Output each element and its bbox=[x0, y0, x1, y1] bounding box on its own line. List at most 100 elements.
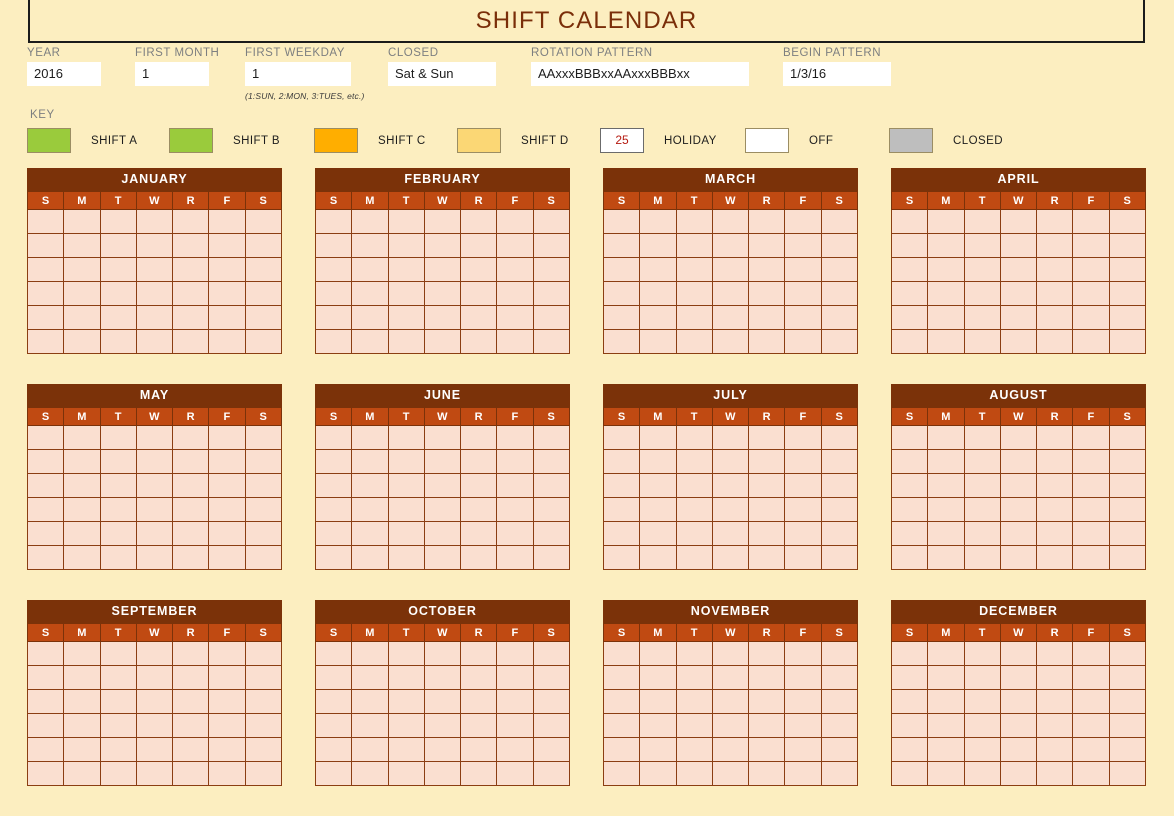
day-cell[interactable] bbox=[496, 713, 534, 738]
day-cell[interactable] bbox=[711, 641, 750, 666]
day-cell[interactable] bbox=[63, 689, 101, 714]
day-cell[interactable] bbox=[602, 473, 641, 498]
day-cell[interactable] bbox=[711, 761, 750, 786]
day-cell[interactable] bbox=[1036, 521, 1074, 546]
day-cell[interactable] bbox=[532, 497, 571, 522]
day-cell[interactable] bbox=[532, 641, 571, 666]
day-cell[interactable] bbox=[26, 497, 65, 522]
day-cell[interactable] bbox=[963, 257, 1001, 282]
day-cell[interactable] bbox=[602, 281, 641, 306]
first-weekday-input[interactable] bbox=[245, 62, 351, 86]
day-cell[interactable] bbox=[1072, 449, 1110, 474]
day-cell[interactable] bbox=[1072, 257, 1110, 282]
day-cell[interactable] bbox=[784, 449, 822, 474]
day-cell[interactable] bbox=[602, 209, 641, 234]
day-cell[interactable] bbox=[890, 209, 929, 234]
day-cell[interactable] bbox=[1036, 641, 1074, 666]
day-cell[interactable] bbox=[423, 761, 462, 786]
day-cell[interactable] bbox=[423, 641, 462, 666]
day-cell[interactable] bbox=[172, 473, 210, 498]
year-input[interactable] bbox=[27, 62, 101, 86]
day-cell[interactable] bbox=[784, 209, 822, 234]
day-cell[interactable] bbox=[496, 281, 534, 306]
day-cell[interactable] bbox=[460, 665, 498, 690]
day-cell[interactable] bbox=[63, 665, 101, 690]
day-cell[interactable] bbox=[675, 449, 713, 474]
day-cell[interactable] bbox=[999, 689, 1038, 714]
day-cell[interactable] bbox=[314, 665, 353, 690]
day-cell[interactable] bbox=[602, 761, 641, 786]
day-cell[interactable] bbox=[748, 281, 786, 306]
day-cell[interactable] bbox=[820, 449, 859, 474]
day-cell[interactable] bbox=[1108, 737, 1147, 762]
day-cell[interactable] bbox=[820, 329, 859, 354]
day-cell[interactable] bbox=[63, 305, 101, 330]
day-cell[interactable] bbox=[1108, 281, 1147, 306]
day-cell[interactable] bbox=[1036, 209, 1074, 234]
day-cell[interactable] bbox=[496, 737, 534, 762]
day-cell[interactable] bbox=[351, 329, 389, 354]
day-cell[interactable] bbox=[1036, 257, 1074, 282]
day-cell[interactable] bbox=[63, 737, 101, 762]
day-cell[interactable] bbox=[1036, 689, 1074, 714]
day-cell[interactable] bbox=[927, 425, 965, 450]
day-cell[interactable] bbox=[496, 257, 534, 282]
day-cell[interactable] bbox=[820, 713, 859, 738]
day-cell[interactable] bbox=[26, 233, 65, 258]
day-cell[interactable] bbox=[351, 521, 389, 546]
day-cell[interactable] bbox=[26, 521, 65, 546]
day-cell[interactable] bbox=[99, 545, 137, 570]
day-cell[interactable] bbox=[963, 665, 1001, 690]
day-cell[interactable] bbox=[675, 473, 713, 498]
day-cell[interactable] bbox=[890, 737, 929, 762]
day-cell[interactable] bbox=[748, 305, 786, 330]
day-cell[interactable] bbox=[1072, 713, 1110, 738]
day-cell[interactable] bbox=[423, 449, 462, 474]
day-cell[interactable] bbox=[890, 665, 929, 690]
day-cell[interactable] bbox=[244, 761, 283, 786]
day-cell[interactable] bbox=[387, 521, 425, 546]
day-cell[interactable] bbox=[387, 449, 425, 474]
day-cell[interactable] bbox=[639, 737, 677, 762]
day-cell[interactable] bbox=[999, 737, 1038, 762]
day-cell[interactable] bbox=[1108, 521, 1147, 546]
day-cell[interactable] bbox=[532, 425, 571, 450]
day-cell[interactable] bbox=[675, 305, 713, 330]
day-cell[interactable] bbox=[496, 305, 534, 330]
day-cell[interactable] bbox=[496, 329, 534, 354]
day-cell[interactable] bbox=[387, 545, 425, 570]
day-cell[interactable] bbox=[1072, 497, 1110, 522]
day-cell[interactable] bbox=[208, 689, 246, 714]
day-cell[interactable] bbox=[99, 497, 137, 522]
day-cell[interactable] bbox=[351, 449, 389, 474]
day-cell[interactable] bbox=[711, 497, 750, 522]
day-cell[interactable] bbox=[532, 233, 571, 258]
day-cell[interactable] bbox=[675, 497, 713, 522]
day-cell[interactable] bbox=[602, 305, 641, 330]
day-cell[interactable] bbox=[927, 257, 965, 282]
day-cell[interactable] bbox=[999, 761, 1038, 786]
day-cell[interactable] bbox=[711, 425, 750, 450]
day-cell[interactable] bbox=[675, 425, 713, 450]
day-cell[interactable] bbox=[63, 641, 101, 666]
day-cell[interactable] bbox=[314, 449, 353, 474]
day-cell[interactable] bbox=[460, 449, 498, 474]
day-cell[interactable] bbox=[63, 281, 101, 306]
day-cell[interactable] bbox=[820, 689, 859, 714]
day-cell[interactable] bbox=[314, 545, 353, 570]
day-cell[interactable] bbox=[1036, 425, 1074, 450]
day-cell[interactable] bbox=[387, 329, 425, 354]
day-cell[interactable] bbox=[172, 713, 210, 738]
day-cell[interactable] bbox=[784, 497, 822, 522]
day-cell[interactable] bbox=[963, 761, 1001, 786]
day-cell[interactable] bbox=[927, 497, 965, 522]
day-cell[interactable] bbox=[639, 473, 677, 498]
day-cell[interactable] bbox=[711, 257, 750, 282]
day-cell[interactable] bbox=[387, 209, 425, 234]
day-cell[interactable] bbox=[711, 665, 750, 690]
day-cell[interactable] bbox=[135, 449, 174, 474]
day-cell[interactable] bbox=[639, 209, 677, 234]
day-cell[interactable] bbox=[639, 449, 677, 474]
day-cell[interactable] bbox=[963, 545, 1001, 570]
day-cell[interactable] bbox=[63, 521, 101, 546]
